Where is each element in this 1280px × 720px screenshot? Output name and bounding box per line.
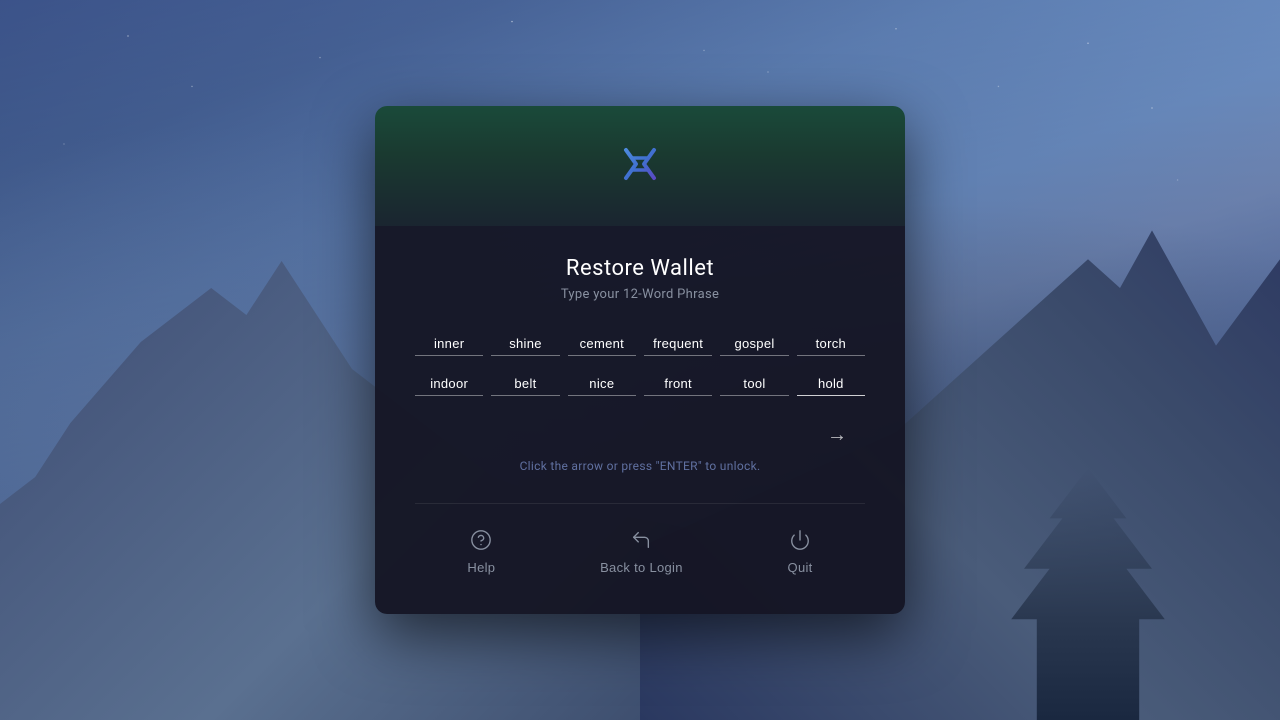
words-grid: [415, 332, 865, 396]
word-input-9[interactable]: [568, 372, 636, 396]
app-logo: [612, 136, 668, 192]
bottom-actions: Help Back to Login: [415, 524, 865, 579]
arrow-row: →: [415, 420, 865, 451]
restore-wallet-modal: Restore Wallet Type your 12-Word Phrase: [375, 106, 905, 614]
modal-body: Restore Wallet Type your 12-Word Phrase: [375, 226, 905, 614]
word-input-8[interactable]: [491, 372, 559, 396]
submit-arrow-button[interactable]: →: [819, 420, 855, 451]
divider: [415, 503, 865, 504]
word-input-5[interactable]: [720, 332, 788, 356]
word-input-2[interactable]: [491, 332, 559, 356]
word-field-9: [568, 372, 636, 396]
modal-subtitle: Type your 12-Word Phrase: [415, 287, 865, 302]
hint-text: Click the arrow or press "ENTER" to unlo…: [415, 459, 865, 473]
logo-container: [612, 136, 668, 196]
quit-button[interactable]: Quit: [772, 524, 829, 579]
word-field-12: [797, 372, 865, 396]
word-input-7[interactable]: [415, 372, 483, 396]
word-input-3[interactable]: [568, 332, 636, 356]
help-label: Help: [467, 560, 495, 575]
page-center: Restore Wallet Type your 12-Word Phrase: [0, 0, 1280, 720]
word-field-10: [644, 372, 712, 396]
word-input-11[interactable]: [720, 372, 788, 396]
help-button[interactable]: Help: [451, 524, 511, 579]
quit-label: Quit: [788, 560, 813, 575]
word-input-1[interactable]: [415, 332, 483, 356]
word-input-6[interactable]: [797, 332, 865, 356]
word-field-11: [720, 372, 788, 396]
word-input-4[interactable]: [644, 332, 712, 356]
word-field-7: [415, 372, 483, 396]
modal-title: Restore Wallet: [415, 256, 865, 281]
back-icon: [629, 528, 653, 552]
word-field-6: [797, 332, 865, 356]
word-field-4: [644, 332, 712, 356]
word-input-10[interactable]: [644, 372, 712, 396]
word-input-12[interactable]: [797, 372, 865, 396]
help-circle-icon: [469, 528, 493, 552]
word-field-5: [720, 332, 788, 356]
modal-header: [375, 106, 905, 226]
word-field-1: [415, 332, 483, 356]
arrow-icon: →: [827, 424, 847, 447]
word-field-8: [491, 372, 559, 396]
back-to-login-label: Back to Login: [600, 560, 683, 575]
word-field-2: [491, 332, 559, 356]
back-to-login-button[interactable]: Back to Login: [584, 524, 699, 579]
power-icon: [788, 528, 812, 552]
word-field-3: [568, 332, 636, 356]
